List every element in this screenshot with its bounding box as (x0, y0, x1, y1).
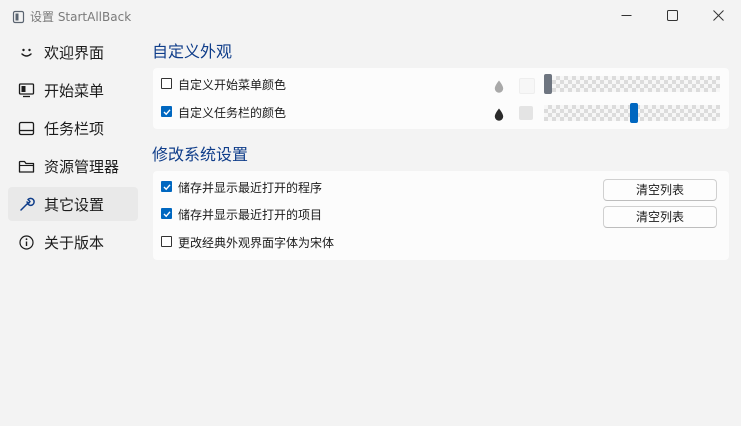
custom-start-menu-color-row: 自定义开始菜单颜色 (153, 72, 729, 98)
minimize-icon (621, 6, 632, 25)
sidebar-item-welcome[interactable]: 欢迎界面 (8, 35, 138, 69)
appearance-card: 自定义开始菜单颜色 自定义任务栏的颜色 (153, 68, 729, 129)
slider-thumb[interactable] (630, 103, 638, 123)
sidebar-item-label: 欢迎界面 (44, 44, 105, 62)
minimize-button[interactable] (603, 0, 649, 30)
color-drop-icon[interactable] (494, 106, 504, 121)
close-icon (712, 6, 724, 25)
recent-items-row: 储存并显示最近打开的项目 清空列表 (153, 202, 729, 228)
window-title: 设置 StartAllBack (30, 10, 132, 24)
custom-taskbar-color-checkbox[interactable] (161, 106, 172, 117)
title-bar: 设置 StartAllBack (0, 0, 741, 32)
clear-recent-programs-button[interactable]: 清空列表 (603, 179, 717, 201)
taskbar-icon (18, 120, 35, 137)
color-drop-icon[interactable] (494, 78, 504, 93)
classic-font-label: 更改经典外观界面字体为宋体 (178, 236, 335, 250)
start-menu-transparency-slider[interactable] (544, 74, 720, 94)
custom-start-menu-color-label: 自定义开始菜单颜色 (178, 78, 287, 92)
sidebar-item-explorer[interactable]: 资源管理器 (8, 149, 138, 183)
recent-programs-label: 储存并显示最近打开的程序 (178, 181, 323, 195)
close-button[interactable] (695, 0, 741, 30)
recent-items-label: 储存并显示最近打开的项目 (178, 208, 323, 222)
sidebar-item-label: 关于版本 (44, 234, 105, 252)
folder-icon (18, 158, 35, 175)
clear-recent-items-button[interactable]: 清空列表 (603, 206, 717, 228)
section-title-appearance: 自定义外观 (152, 42, 233, 61)
slider-thumb[interactable] (544, 74, 552, 94)
system-card: 储存并显示最近打开的程序 清空列表 储存并显示最近打开的项目 清空列表 更改经典… (153, 171, 729, 260)
sidebar-item-start-menu[interactable]: 开始菜单 (8, 73, 138, 107)
recent-programs-row: 储存并显示最近打开的程序 清空列表 (153, 175, 729, 201)
taskbar-transparency-slider[interactable] (544, 103, 720, 123)
recent-items-checkbox[interactable] (161, 208, 172, 219)
sidebar-item-other-settings[interactable]: 其它设置 (8, 187, 138, 221)
sidebar-item-label: 开始菜单 (44, 82, 105, 100)
maximize-button[interactable] (649, 0, 695, 30)
startallback-app-icon (12, 9, 26, 24)
custom-start-menu-color-checkbox[interactable] (161, 78, 172, 89)
info-icon (18, 234, 35, 251)
custom-taskbar-color-label: 自定义任务栏的颜色 (178, 106, 287, 120)
sidebar-item-label: 任务栏项 (44, 120, 105, 138)
sidebar-item-label: 其它设置 (44, 196, 105, 214)
sidebar-item-taskbar[interactable]: 任务栏项 (8, 111, 138, 145)
sidebar-item-about[interactable]: 关于版本 (8, 225, 138, 259)
custom-taskbar-color-row: 自定义任务栏的颜色 (153, 100, 729, 126)
classic-font-checkbox[interactable] (161, 236, 172, 247)
taskbar-color-swatch[interactable] (519, 106, 533, 120)
section-title-system: 修改系统设置 (152, 145, 249, 164)
recent-programs-checkbox[interactable] (161, 181, 172, 192)
maximize-icon (666, 6, 678, 25)
sidebar-item-label: 资源管理器 (44, 158, 120, 176)
wrench-icon (18, 196, 35, 213)
start-menu-icon (18, 82, 35, 99)
smiley-icon (18, 44, 35, 61)
start-menu-color-swatch[interactable] (519, 78, 535, 94)
classic-font-row: 更改经典外观界面字体为宋体 (153, 230, 729, 256)
